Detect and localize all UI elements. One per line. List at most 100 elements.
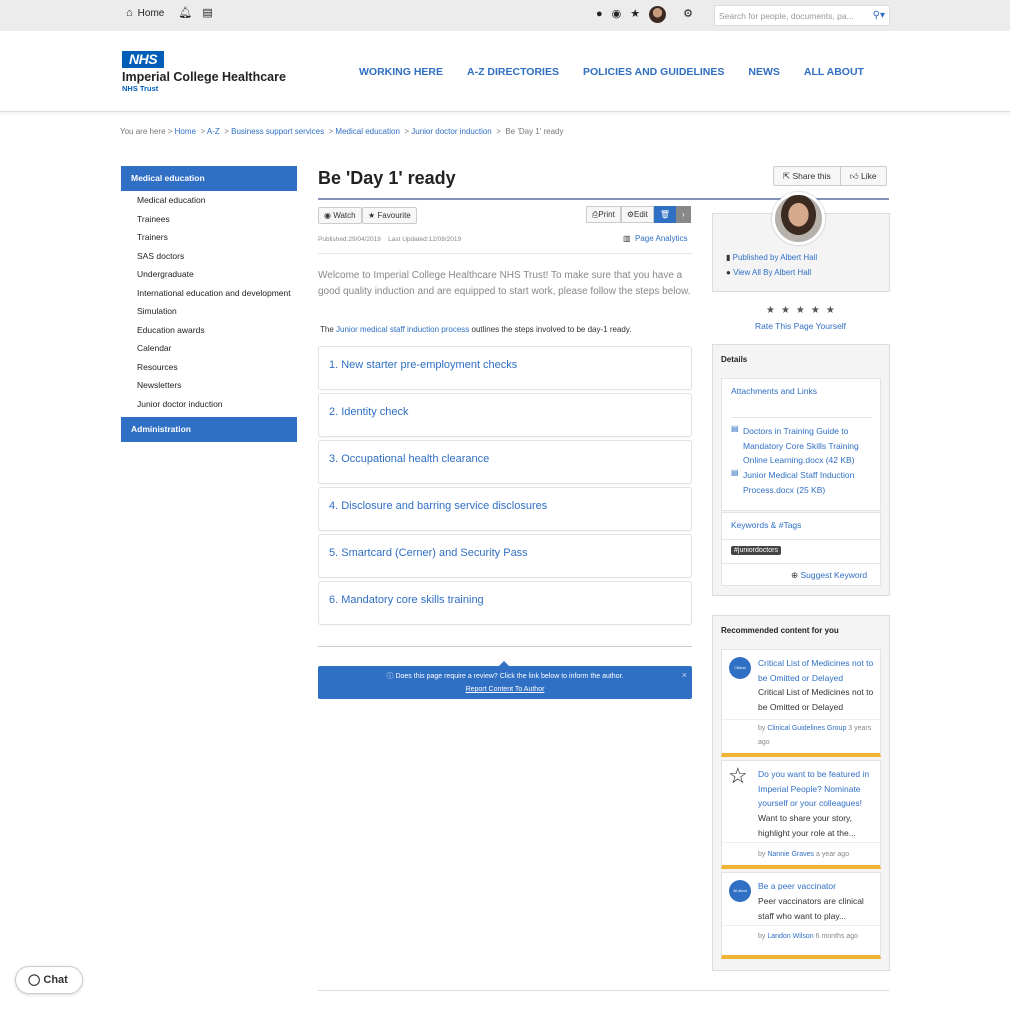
suggest-keyword-button[interactable]: ⊕ Suggest Keyword <box>791 570 867 581</box>
divider <box>318 646 692 647</box>
step-panel[interactable]: 4. Disclosure and barring service disclo… <box>318 487 692 531</box>
breadcrumb-az[interactable]: A-Z <box>207 127 220 136</box>
star-icon: ★ <box>368 211 376 220</box>
search-placeholder: Search for people, documents, pa... <box>719 11 854 21</box>
attachment-link[interactable]: Doctors in Training Guide to Mandatory C… <box>743 424 876 468</box>
breadcrumb-medical-education[interactable]: Medical education <box>335 127 399 136</box>
step-panel[interactable]: 6. Mandatory core skills training <box>318 581 692 625</box>
page-analytics-link[interactable]: ▥ Page Analytics <box>623 234 688 243</box>
nav-az-directories[interactable]: A-Z DIRECTORIES <box>467 66 559 78</box>
card-description: Want to share your story, highlight your… <box>758 813 856 838</box>
search-icon[interactable]: ⚲▾ <box>873 10 885 21</box>
document-icon: ▮ <box>726 253 731 262</box>
step-panel[interactable]: 1. New starter pre-employment checks <box>318 346 692 390</box>
rating-stars[interactable]: ★★★★★ <box>766 305 841 316</box>
alert-icon[interactable]: ● <box>596 9 603 20</box>
sidebar-item[interactable]: Junior doctor induction <box>121 395 297 414</box>
eye-icon[interactable]: ◉ <box>612 9 622 20</box>
author-link[interactable]: Clinical Guidelines Group <box>767 725 846 732</box>
avatar[interactable] <box>649 6 667 23</box>
close-icon[interactable]: × <box>682 670 687 680</box>
org-name[interactable]: Imperial College Healthcare <box>122 70 286 84</box>
document-icon[interactable]: ▤ <box>202 8 212 19</box>
sidebar-item[interactable]: Education awards <box>121 321 297 340</box>
like-button[interactable]: 👍︎ Like <box>839 167 886 185</box>
published-date: Published:29/04/2019 <box>318 236 381 243</box>
step-panel[interactable]: 5. Smartcard (Cerner) and Security Pass <box>318 534 692 578</box>
sidebar: Medical education Medical education Trai… <box>121 166 297 442</box>
share-button[interactable]: ⇱ Share this <box>774 167 840 185</box>
nav-all-about[interactable]: ALL ABOUT <box>804 66 864 78</box>
recommended-card[interactable]: All about Be a peer vaccinator Peer vacc… <box>721 872 881 959</box>
view-all-link[interactable]: Albert Hall <box>774 268 811 277</box>
more-button[interactable]: › <box>675 206 691 223</box>
attachment-item[interactable]: ▤ Doctors in Training Guide to Mandatory… <box>731 424 876 468</box>
review-text: Does this page require a review? Click t… <box>395 673 624 680</box>
breadcrumb-prefix: You are here > <box>120 127 173 136</box>
step-panel[interactable]: 2. Identity check <box>318 393 692 437</box>
breadcrumb: You are here > Home > A-Z > Business sup… <box>120 127 564 136</box>
nav-news[interactable]: NEWS <box>748 66 780 78</box>
share-like-group: ⇱ Share this 👍︎ Like <box>773 166 887 186</box>
clinical-guidelines-badge: Clinical guidelines <box>729 657 751 679</box>
chat-button[interactable]: ◯ Chat <box>15 966 83 994</box>
breadcrumb-junior-doctor[interactable]: Junior doctor induction <box>411 127 492 136</box>
top-bar-right: ● ◉ ★ ⚙ <box>596 6 693 23</box>
sidebar-item[interactable]: Trainers <box>121 228 297 247</box>
top-bar: ⌂ Home 🔔︎ ▤ ● ◉ ★ ⚙ Search for people, d… <box>0 0 1010 31</box>
author-link[interactable]: Nannie Graves <box>767 851 814 858</box>
card-byline: by Clinical Guidelines Group 3 years ago <box>758 722 878 750</box>
gear-icon: ⚙ <box>626 210 635 219</box>
step-panel[interactable]: 3. Occupational health clearance <box>318 440 692 484</box>
sidebar-item[interactable]: SAS doctors <box>121 247 297 266</box>
star-icon[interactable]: ★ <box>630 9 640 20</box>
sidebar-item[interactable]: Undergraduate <box>121 265 297 284</box>
sidebar-heading[interactable]: Medical education <box>121 166 297 191</box>
bell-icon[interactable]: 🔔︎ <box>178 8 192 19</box>
sidebar-item[interactable]: Calendar <box>121 339 297 358</box>
breadcrumb-business[interactable]: Business support services <box>231 127 324 136</box>
tag-badge[interactable]: #juniordoctors <box>731 546 781 555</box>
sidebar-administration[interactable]: Administration <box>121 417 297 442</box>
sidebar-item[interactable]: Medical education <box>121 191 297 210</box>
sidebar-item[interactable]: Simulation <box>121 302 297 321</box>
globe-icon: ● <box>726 267 731 277</box>
home-link[interactable]: ⌂ Home <box>126 8 164 20</box>
print-button[interactable]: ⎙Print <box>586 206 621 223</box>
attachments-heading[interactable]: Attachments and Links <box>731 386 817 396</box>
card-title[interactable]: Critical List of Medicines not to be Omi… <box>758 656 878 685</box>
note-pre: The <box>320 325 334 334</box>
recommended-card[interactable]: ☆ Do you want to be featured in Imperial… <box>721 760 881 869</box>
author-avatar[interactable] <box>772 192 825 245</box>
nav-policies[interactable]: POLICIES AND GUIDELINES <box>583 66 724 78</box>
search-input[interactable]: Search for people, documents, pa... ⚲▾ <box>714 5 890 26</box>
favourite-button[interactable]: ★ Favourite <box>362 207 417 224</box>
plus-circle-icon: ⊕ <box>791 570 799 580</box>
card-byline: by Nannie Graves a year ago <box>758 848 878 862</box>
sidebar-item[interactable]: Trainees <box>121 210 297 229</box>
edit-button[interactable]: ⚙Edit <box>620 206 654 223</box>
nav-working-here[interactable]: WORKING HERE <box>359 66 443 78</box>
breadcrumb-home[interactable]: Home <box>175 127 196 136</box>
nhs-logo[interactable]: NHS <box>122 51 164 68</box>
author-link[interactable]: Landon Wilson <box>767 933 813 940</box>
sidebar-item[interactable]: Resources <box>121 358 297 377</box>
induction-process-link[interactable]: Junior medical staff induction process <box>336 325 469 334</box>
recommended-card[interactable]: Clinical guidelines Critical List of Med… <box>721 649 881 757</box>
watch-button[interactable]: ◉ Watch <box>318 207 362 224</box>
attachment-link[interactable]: Junior Medical Staff Induction Process.d… <box>743 468 876 497</box>
delete-button[interactable]: 🗑︎ <box>653 206 676 223</box>
card-title[interactable]: Do you want to be featured in Imperial P… <box>758 767 878 811</box>
card-time: 6 months ago <box>815 933 859 940</box>
review-banner: ⓘ Does this page require a review? Click… <box>318 661 692 699</box>
author-link[interactable]: Albert Hall <box>780 253 817 262</box>
sidebar-item[interactable]: Newsletters <box>121 376 297 395</box>
rate-page-link[interactable]: Rate This Page Yourself <box>755 321 846 331</box>
gear-icon[interactable]: ⚙ <box>683 9 693 20</box>
sidebar-item[interactable]: International education and development <box>121 284 297 303</box>
card-time: a year ago <box>816 851 850 858</box>
keywords-heading[interactable]: Keywords & #Tags <box>731 520 801 530</box>
attachment-item[interactable]: ▤ Junior Medical Staff Induction Process… <box>731 468 876 497</box>
report-content-link[interactable]: Report Content To Author <box>318 686 692 693</box>
card-title[interactable]: Be a peer vaccinator <box>758 879 878 894</box>
